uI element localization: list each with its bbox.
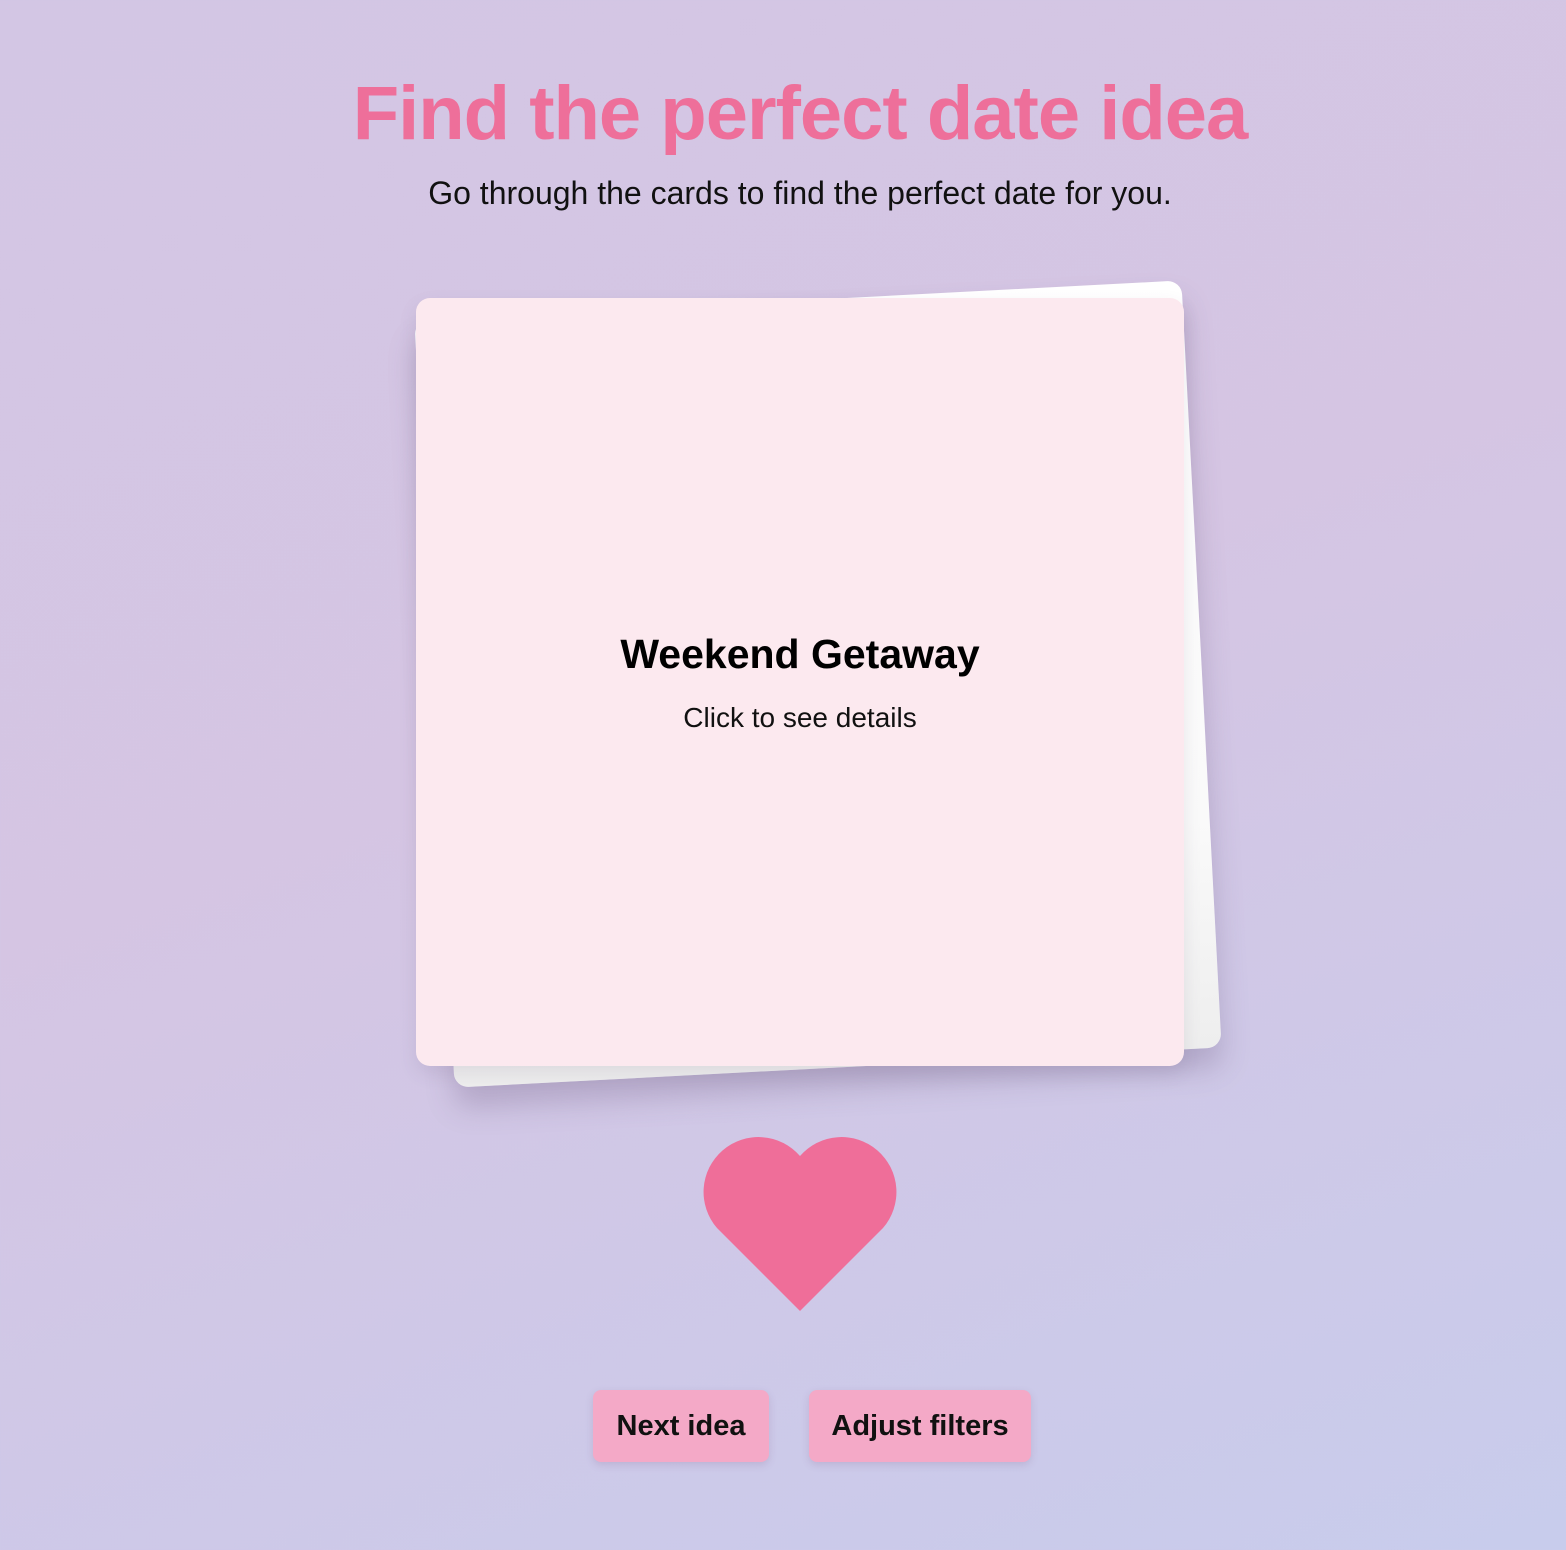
date-idea-card[interactable]: Weekend Getaway Click to see details [416, 298, 1184, 1066]
date-idea-page: Find the perfect date idea Go through th… [0, 0, 1566, 1550]
page-subtitle: Go through the cards to find the perfect… [428, 175, 1172, 211]
card-hint: Click to see details [683, 702, 917, 733]
next-idea-button[interactable]: Next idea [593, 1390, 769, 1462]
card-title: Weekend Getaway [620, 631, 980, 677]
card-stack: Weekend Getaway Click to see details [414, 280, 1222, 1088]
heart-icon[interactable] [700, 1136, 900, 1311]
page-title: Find the perfect date idea [352, 71, 1249, 156]
heart-shape [703, 1137, 897, 1311]
adjust-filters-button[interactable]: Adjust filters [809, 1390, 1031, 1462]
